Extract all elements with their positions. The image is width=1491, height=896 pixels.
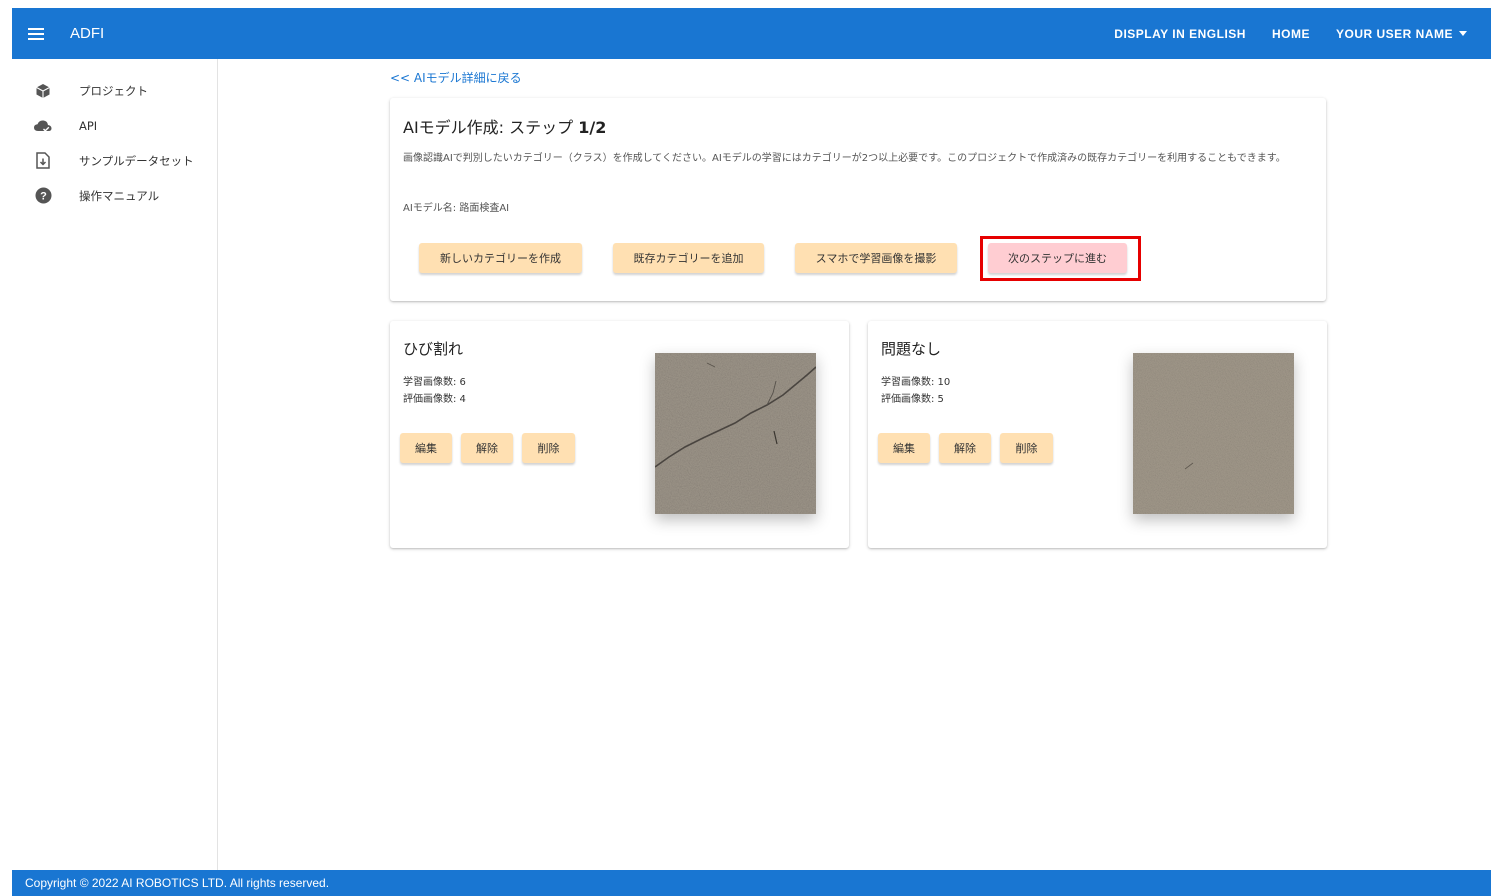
delete-button[interactable]: 削除 [1000, 433, 1053, 463]
phone-capture-button[interactable]: スマホで学習画像を撮影 [795, 243, 957, 273]
sidebar: プロジェクト API サンプルデータセット ? 操作マニュアル [12, 59, 218, 870]
user-name: YOUR USER NAME [1335, 26, 1453, 41]
sidebar-item-manual[interactable]: ? 操作マニュアル [12, 178, 217, 213]
sidebar-item-label: プロジェクト [79, 83, 148, 98]
sidebar-item-project[interactable]: プロジェクト [12, 73, 217, 108]
copyright-text: Copyright © 2022 AI ROBOTICS LTD. All ri… [25, 876, 330, 890]
sidebar-item-label: サンプルデータセット [79, 153, 194, 168]
display-in-english-button[interactable]: DISPLAY IN ENGLISH [1101, 8, 1259, 59]
release-button[interactable]: 解除 [939, 433, 991, 463]
title-prefix: AIモデル作成: ステップ [403, 118, 579, 137]
edit-button[interactable]: 編集 [400, 433, 452, 463]
category-name: 問題なし [881, 340, 942, 358]
file-download-icon [32, 150, 54, 172]
step-description: 画像認識AIで判別したいカテゴリー（クラス）を作成してください。AIモデルの学習… [403, 153, 1286, 164]
back-to-model-detail-link[interactable]: << AIモデル詳細に戻る [390, 69, 522, 86]
train-image-count: 学習画像数: 10 [881, 377, 951, 388]
release-button[interactable]: 解除 [461, 433, 513, 463]
sidebar-item-label: API [79, 118, 98, 133]
user-menu-button[interactable]: YOUR USER NAME [1323, 8, 1491, 59]
category-stats: 学習画像数: 10 評価画像数: 5 [881, 374, 950, 408]
edit-button[interactable]: 編集 [878, 433, 930, 463]
step-indicator: 1/2 [578, 118, 607, 137]
category-thumbnail[interactable] [1133, 353, 1294, 514]
add-existing-category-button[interactable]: 既存カテゴリーを追加 [613, 243, 764, 273]
sidebar-item-label: 操作マニュアル [79, 188, 160, 203]
hamburger-menu-icon[interactable] [14, 8, 58, 59]
next-step-button[interactable]: 次のステップに進む [988, 243, 1127, 273]
step-card: AIモデル作成: ステップ 1/2 画像認識AIで判別したいカテゴリー（クラス）… [390, 98, 1326, 301]
delete-button[interactable]: 削除 [522, 433, 575, 463]
category-stats: 学習画像数: 6 評価画像数: 4 [403, 374, 466, 408]
model-name: AIモデル名: 路面検査AI [403, 203, 510, 214]
train-image-count: 学習画像数: 6 [403, 377, 466, 388]
eval-image-count: 評価画像数: 5 [881, 394, 944, 405]
category-name: ひび割れ [403, 340, 464, 358]
create-category-button[interactable]: 新しいカテゴリーを作成 [419, 243, 582, 273]
sidebar-item-sample-dataset[interactable]: サンプルデータセット [12, 143, 217, 178]
page-title: AIモデル作成: ステップ 1/2 [403, 114, 606, 138]
category-thumbnail[interactable] [655, 353, 816, 514]
app-title[interactable]: ADFI [70, 25, 104, 42]
cloud-check-icon [32, 115, 54, 137]
home-button[interactable]: HOME [1259, 8, 1323, 59]
app-bar: ADFI DISPLAY IN ENGLISH HOME YOUR USER N… [12, 8, 1491, 59]
help-circle-icon: ? [32, 185, 54, 207]
category-card: ひび割れ 学習画像数: 6 評価画像数: 4 編集 解除 削除 [390, 321, 849, 548]
main-content: << AIモデル詳細に戻る AIモデル作成: ステップ 1/2 画像認識AIで判… [218, 59, 1491, 870]
chevron-down-icon [1459, 31, 1467, 36]
svg-text:?: ? [40, 191, 47, 203]
sidebar-item-api[interactable]: API [12, 108, 217, 143]
footer: Copyright © 2022 AI ROBOTICS LTD. All ri… [12, 870, 1491, 896]
category-card: 問題なし 学習画像数: 10 評価画像数: 5 編集 解除 削除 [868, 321, 1327, 548]
cube-icon [32, 80, 54, 102]
eval-image-count: 評価画像数: 4 [403, 394, 466, 405]
